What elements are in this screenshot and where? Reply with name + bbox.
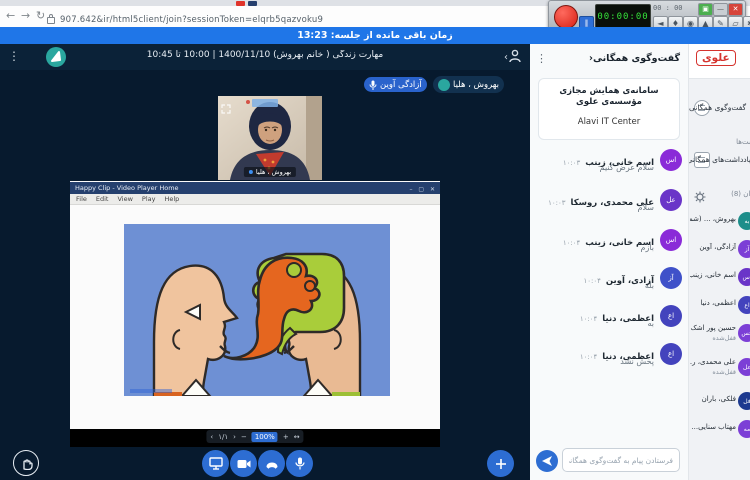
forward-icon[interactable]: → xyxy=(21,9,30,23)
avatar: آز xyxy=(660,267,682,289)
mic-icon xyxy=(369,80,377,90)
zoom-out-button[interactable]: − xyxy=(241,433,247,441)
chat-input-row xyxy=(530,440,688,480)
sidebar-item-shared-notes[interactable]: یادداشت‌های همگانی xyxy=(689,152,750,168)
avatar: اع xyxy=(660,343,682,365)
send-plane-icon xyxy=(541,455,553,467)
screenshare-button[interactable] xyxy=(202,450,229,477)
dialogue-illustration xyxy=(124,224,390,396)
chat-message: اع اعظمی، دنیا۱۰:۰۴ به xyxy=(536,304,682,338)
avatar: عل xyxy=(660,189,682,211)
section-notes: یادداشت‌ها xyxy=(689,138,750,146)
sidebar-rail: علوی پیام‌ها گفت‌وگوی همگانی یادداشت‌ها … xyxy=(688,44,750,480)
webcam-name-tag: بهروش ، هلیا xyxy=(244,167,296,177)
actions-plus-button[interactable] xyxy=(487,450,514,477)
webcam-video[interactable]: بهروش ، هلیا xyxy=(218,96,322,180)
session-time-banner: زمان باقی مانده از جلسه: 13:23 xyxy=(0,27,750,44)
screen-select-icon[interactable]: ▣ xyxy=(698,3,713,16)
chat-message: اس اسم خانی، زینب۱۰:۰۳ سلام عرض کنیم xyxy=(536,148,682,182)
rail-top: علوی xyxy=(689,44,750,79)
video-camera-icon xyxy=(237,459,251,469)
chat-message-input[interactable] xyxy=(562,448,680,472)
avatar: اع xyxy=(660,305,682,327)
audio-button[interactable] xyxy=(258,450,285,477)
section-messages: پیام‌ها xyxy=(689,86,750,94)
presentation-toolbar[interactable]: ‹ ۱/۱ › − 100% + ↔ xyxy=(206,430,303,443)
chat-message: اع اعظمی، دنیا۱۰:۰۴ پخش نشد xyxy=(536,342,682,376)
talker-pill[interactable]: بهروش ، هلیا xyxy=(433,76,504,93)
zoom-in-button[interactable]: + xyxy=(283,433,289,441)
fit-width-button[interactable]: ↔ xyxy=(294,433,300,441)
next-slide-button[interactable]: › xyxy=(233,433,236,441)
presentation-area: Happy Clip - Video Player Home – ▢ ✕ Fil… xyxy=(70,181,440,447)
alavi-logo: علوی xyxy=(696,50,736,66)
image-watermark xyxy=(130,389,172,393)
participant-row[interactable]: اس اسم خانی، زینب xyxy=(689,268,750,294)
camera-button[interactable] xyxy=(230,450,257,477)
chat-header[interactable]: گفت‌وگوی همگانی‹ xyxy=(586,53,680,64)
send-message-button[interactable] xyxy=(536,450,558,472)
public-chat-panel: ⋮ گفت‌وگوی همگانی‹ سامانه‌ی همایش مجازی … xyxy=(530,44,688,480)
participant-row[interactable]: حس حسین پور اشک... قفل‌شده xyxy=(689,324,750,354)
participant-row[interactable]: اع اعظمی، دنیا xyxy=(689,296,750,322)
chat-message: عل علی محمدی، روسکا۱۰:۰۳ سلام xyxy=(536,188,682,222)
welcome-message-card: سامانه‌ی همایش مجازی مؤسسه‌ی علوی Alavi … xyxy=(538,78,680,140)
back-icon[interactable]: ← xyxy=(6,9,15,23)
close-icon[interactable]: ✕ xyxy=(728,3,743,16)
meeting-title: مهارت زندگی ( خانم بهروش) 1400/11/10 | 1… xyxy=(100,50,430,60)
video-watermark xyxy=(252,99,278,107)
meeting-app: ⋮ مهارت زندگی ( خانم بهروش) 1400/11/10 |… xyxy=(0,44,750,480)
player-window-titlebar: Happy Clip - Video Player Home – ▢ ✕ xyxy=(70,182,440,194)
participant-row[interactable]: عل علی محمدی، ر... قفل‌شده xyxy=(689,358,750,388)
participant-row[interactable]: آز آزادگی، آوین xyxy=(689,240,750,266)
active-talker-pill[interactable]: آزادگی آوین xyxy=(364,77,427,92)
window-controls: – ▢ ✕ xyxy=(409,184,437,194)
chat-message: اس اسم خانی، زینب۱۰:۰۴ بازم xyxy=(536,228,682,262)
refresh-icon[interactable]: ↻ xyxy=(36,9,45,23)
plus-icon xyxy=(495,458,507,470)
svg-text:‹: ‹ xyxy=(504,52,508,63)
sidebar-item-public-chat[interactable]: گفت‌وگوی همگانی xyxy=(689,100,750,116)
participant-row[interactable]: به بهروش، ... (شما) xyxy=(689,212,750,238)
avatar: اس xyxy=(660,229,682,251)
talker-avatar xyxy=(438,79,450,91)
stage: ⋮ مهارت زندگی ( خانم بهروش) 1400/11/10 |… xyxy=(0,44,530,480)
slide[interactable]: Happy Clip - Video Player Home – ▢ ✕ Fil… xyxy=(70,181,440,429)
url-text[interactable]: 907.642&ir/html5client/join?sessionToken… xyxy=(60,15,323,25)
welcome-line1: سامانه‌ی همایش مجازی مؤسسه‌ی علوی xyxy=(545,86,673,109)
participants-toggle-icon[interactable]: ‹ xyxy=(504,48,522,64)
screen: ← → ↻ 907.642&ir/html5client/join?sessio… xyxy=(0,0,750,480)
options-kebab-icon[interactable]: ⋮ xyxy=(8,49,20,63)
slide-number[interactable]: ۱/۱ xyxy=(218,433,228,441)
chat-message: آز آزادی، آوین۱۰:۰۴ بله xyxy=(536,266,682,300)
expand-icon[interactable] xyxy=(221,99,231,118)
avatar: اس xyxy=(660,149,682,171)
zoom-level[interactable]: 100% xyxy=(252,432,278,442)
recorder-counter: 00 : 00 xyxy=(653,4,683,12)
player-window-menubar: FileEditViewPlayHelp xyxy=(70,194,440,205)
stage-header: ⋮ مهارت زندگی ( خانم بهروش) 1400/11/10 |… xyxy=(0,44,530,70)
talking-dot xyxy=(249,170,253,174)
raise-hand-button[interactable] xyxy=(13,450,39,476)
monitor-icon xyxy=(209,457,223,470)
participant-row[interactable]: فل فلکی، باران xyxy=(689,392,750,418)
participant-row[interactable]: مه مهتاب سنایی... xyxy=(689,420,750,446)
phone-icon xyxy=(265,458,279,470)
padlock-icon xyxy=(47,17,55,24)
record-button[interactable] xyxy=(554,5,578,29)
prev-slide-button[interactable]: ‹ xyxy=(210,433,213,441)
talker-label: بهروش ، هلیا xyxy=(453,80,499,90)
minimize-icon[interactable]: — xyxy=(713,3,728,16)
mic-button[interactable] xyxy=(286,450,313,477)
microphone-icon xyxy=(295,457,305,470)
app-logo-icon xyxy=(46,47,66,67)
chat-options-kebab-icon[interactable]: ⋮ xyxy=(536,52,547,65)
section-users: کاربران (8) xyxy=(689,190,750,204)
welcome-line2: Alavi IT Center xyxy=(545,117,673,127)
active-talker-label: آزادگی آوین xyxy=(380,80,422,90)
manage-users-gear-icon[interactable] xyxy=(694,188,706,207)
